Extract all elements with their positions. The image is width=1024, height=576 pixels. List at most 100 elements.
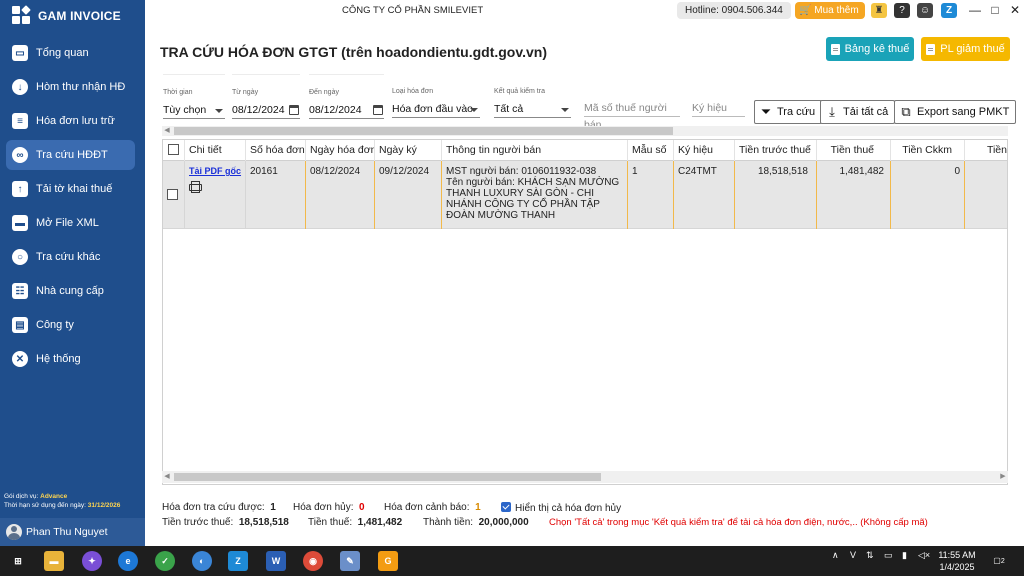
horizontal-scrollbar-top[interactable]: ◀ bbox=[162, 126, 1008, 136]
chrome-icon[interactable]: ◉ bbox=[303, 551, 323, 571]
chevron-down-icon bbox=[215, 109, 223, 113]
col-header[interactable]: Thông tin người bán bbox=[442, 140, 628, 161]
pretax-total-value: 18,518,518 bbox=[238, 517, 289, 528]
service-value: Advance bbox=[40, 493, 68, 500]
col-header[interactable]: Tiền bbox=[965, 140, 1007, 161]
copilot-icon[interactable]: ✦ bbox=[82, 551, 102, 571]
select-all-checkbox[interactable] bbox=[168, 144, 179, 155]
app-active-icon[interactable]: ◐ bbox=[192, 551, 212, 571]
time-select[interactable]: Tùy chọn bbox=[163, 102, 225, 119]
col-header[interactable]: Ngày ký bbox=[375, 140, 442, 161]
from-date-filter[interactable]: Từ ngày 08/12/2024 bbox=[232, 74, 300, 124]
invoice-type-filter[interactable]: Loại hóa đơn Hóa đơn đầu vào bbox=[392, 74, 480, 124]
tray-sync-icon[interactable]: ⇅ bbox=[866, 550, 874, 561]
to-date-filter[interactable]: Đến ngày 08/12/2024 bbox=[309, 74, 384, 124]
from-date-input[interactable]: 08/12/2024 bbox=[232, 102, 300, 119]
invoice-table: Chi tiết Số hóa đơn Ngày hóa đơn Ngày ký… bbox=[162, 139, 1008, 485]
sidebar-item-mo-file-xml[interactable]: ▬ Mở File XML bbox=[6, 208, 135, 238]
sidebar-item-tai-to-khai[interactable]: ↑ Tải tờ khai thuế bbox=[6, 174, 135, 204]
app-green-icon[interactable]: ✓ bbox=[155, 551, 175, 571]
sidebar-item-he-thong[interactable]: ✕ Hệ thống bbox=[6, 344, 135, 374]
user-name: Phan Thu Nguyet bbox=[26, 526, 108, 538]
document-icon bbox=[830, 43, 840, 55]
tax-list-button[interactable]: Bảng kê thuế bbox=[826, 37, 914, 61]
row-checkbox[interactable] bbox=[167, 189, 178, 200]
zalo-taskbar-icon[interactable]: Z bbox=[228, 551, 248, 571]
contact-icon[interactable]: ☺ bbox=[917, 3, 933, 18]
show-cancelled-checkbox[interactable]: Hiển thị cả hóa đơn hủy bbox=[501, 502, 621, 514]
paint-icon[interactable]: ✎ bbox=[340, 551, 360, 571]
chevron-up-icon[interactable]: ∧ bbox=[832, 550, 839, 561]
col-header[interactable]: Tiền trước thuế bbox=[735, 140, 817, 161]
word-icon[interactable]: W bbox=[266, 551, 286, 571]
sidebar-item-hom-thu[interactable]: ↓ Hòm thư nhận HĐ bbox=[6, 72, 135, 102]
invoice-type-select[interactable]: Hóa đơn đầu vào bbox=[392, 101, 480, 118]
checkbox-checked-icon[interactable] bbox=[501, 502, 511, 512]
sidebar-item-luu-tru[interactable]: ≡ Hóa đơn lưu trữ bbox=[6, 106, 135, 136]
chat-help-icon[interactable]: ? bbox=[894, 3, 910, 18]
volume-icon[interactable]: ◁× bbox=[918, 550, 930, 561]
col-header[interactable]: Số hóa đơn bbox=[246, 140, 306, 161]
sidebar-item-label: Hòm thư nhận HĐ bbox=[36, 81, 126, 93]
symbol-placeholder: Ký hiệu bbox=[692, 102, 728, 114]
download-pdf-link[interactable]: Tải PDF gốc bbox=[189, 166, 241, 176]
print-icon[interactable] bbox=[189, 181, 202, 193]
tax-total: Tiền thuế: 1,481,482 bbox=[308, 517, 402, 528]
file-explorer-icon[interactable]: ▬ bbox=[44, 551, 64, 571]
col-header[interactable]: Ngày hóa đơn bbox=[306, 140, 375, 161]
edge-icon[interactable]: e bbox=[118, 551, 138, 571]
maximize-icon[interactable]: □ bbox=[985, 2, 1005, 19]
service-label: Gói dịch vụ: bbox=[4, 493, 39, 500]
user-profile[interactable]: Phan Thu Nguyet bbox=[0, 518, 145, 546]
col-header[interactable]: Tiền Ckkm bbox=[891, 140, 965, 161]
check-result-select[interactable]: Tất cả bbox=[494, 101, 571, 118]
sidebar-item-tra-cuu-hddt[interactable]: ∞ Tra cứu HĐĐT bbox=[6, 140, 135, 170]
sidebar-item-nha-cung-cap[interactable]: ☷ Nhà cung cấp bbox=[6, 276, 135, 306]
col-header[interactable]: Ký hiệu bbox=[674, 140, 735, 161]
invoice-type-value: Hóa đơn đầu vào bbox=[392, 103, 474, 115]
col-header[interactable]: Mẫu số bbox=[628, 140, 674, 161]
to-date-input[interactable]: 08/12/2024 bbox=[309, 102, 384, 119]
tax-list-label: Bảng kê thuế bbox=[844, 43, 910, 55]
seller-tax-code-input[interactable]: Mã số thuế người bán bbox=[584, 100, 680, 131]
windows-start-icon[interactable]: ⊞ bbox=[8, 551, 28, 571]
page-title: TRA CỨU HÓA ĐƠN GTGT (trên hoadondientu.… bbox=[160, 44, 547, 60]
time-filter[interactable]: Thời gian Tùy chọn bbox=[163, 74, 225, 124]
found-label: Hóa đơn tra cứu được: bbox=[162, 502, 265, 513]
col-header[interactable]: Tiền thuế bbox=[817, 140, 891, 161]
minimize-icon[interactable]: — bbox=[965, 2, 985, 19]
gam-invoice-taskbar-icon[interactable]: G bbox=[378, 551, 398, 571]
sidebar-item-label: Tổng quan bbox=[36, 47, 89, 59]
close-icon[interactable]: ✕ bbox=[1005, 2, 1024, 19]
sidebar-item-cong-ty[interactable]: ▤ Công ty bbox=[6, 310, 135, 340]
user-support-icon[interactable]: ♜ bbox=[871, 3, 887, 18]
col-header[interactable]: Chi tiết bbox=[185, 140, 246, 161]
scrollbar-thumb[interactable] bbox=[174, 127, 673, 135]
battery-icon[interactable]: ▮ bbox=[902, 550, 907, 561]
calendar-icon[interactable] bbox=[289, 105, 299, 115]
calendar-icon[interactable] bbox=[373, 105, 383, 115]
check-result-filter[interactable]: Kết quả kiểm tra Tất cả bbox=[494, 74, 571, 124]
buy-more-button[interactable]: 🛒 Mua thêm bbox=[795, 2, 865, 19]
horizontal-scrollbar-bottom[interactable]: ◀ ▶ bbox=[162, 471, 1008, 483]
scrollbar-thumb[interactable] bbox=[174, 473, 601, 481]
download-all-button[interactable]: ⤓ Tải tất cả bbox=[820, 100, 896, 124]
expiry-label: Thời hạn sử dụng đến ngày: bbox=[4, 502, 86, 509]
scroll-left-icon[interactable]: ◀ bbox=[162, 126, 172, 136]
search-button[interactable]: ⏷ Tra cứu bbox=[754, 100, 823, 124]
tray-app-icon[interactable]: V bbox=[850, 550, 856, 560]
windows-taskbar: ⊞ ▬ ✦ e ✓ ◐ Z W ◉ ✎ G ∧ V ⇅ ▭ ▮ ◁× 11:55… bbox=[0, 546, 1024, 576]
scroll-right-icon[interactable]: ▶ bbox=[998, 472, 1008, 482]
sidebar-item-tra-cuu-khac[interactable]: ○ Tra cứu khác bbox=[6, 242, 135, 272]
tax-reduction-appendix-button[interactable]: PL giảm thuế bbox=[921, 37, 1010, 61]
symbol-input[interactable]: Ký hiệu bbox=[692, 100, 745, 117]
export-button[interactable]: ⧉ Export sang PMKT bbox=[894, 100, 1017, 124]
zalo-icon[interactable]: Z bbox=[941, 3, 957, 18]
system-clock[interactable]: 11:55 AM 1/4/2025 bbox=[932, 549, 982, 573]
document-icon: ≡ bbox=[12, 113, 28, 129]
table-row[interactable]: Tải PDF gốc 20161 08/12/2024 09/12/2024 … bbox=[163, 161, 1007, 229]
notification-icon[interactable]: ▢2 bbox=[990, 553, 1008, 569]
sidebar-item-tong-quan[interactable]: ▭ Tổng quan bbox=[6, 38, 135, 68]
network-icon[interactable]: ▭ bbox=[884, 550, 893, 561]
scroll-left-icon[interactable]: ◀ bbox=[162, 472, 172, 482]
